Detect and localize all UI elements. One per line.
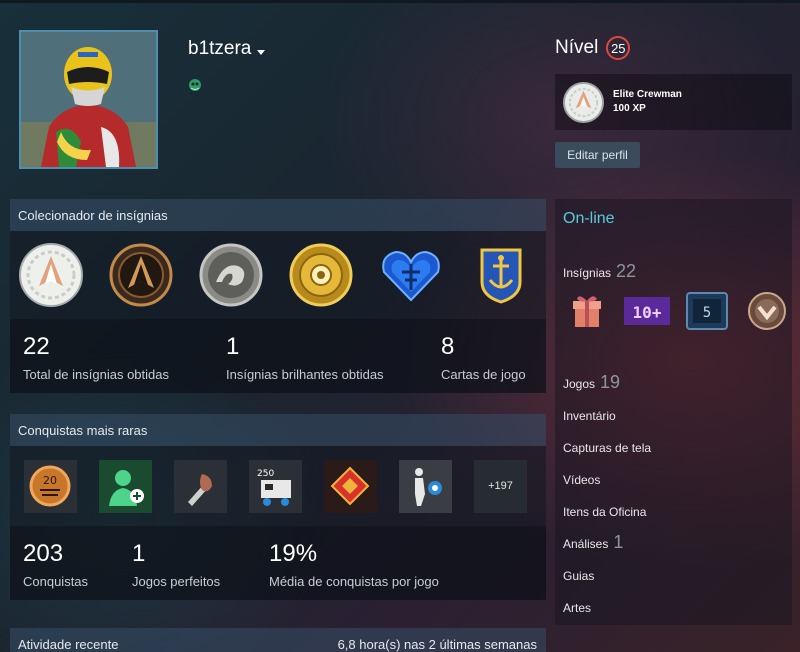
sidebar-item-label: Inventário xyxy=(563,409,616,423)
stat-label: Média de conquistas por jogo xyxy=(269,574,439,589)
badge-showcase xyxy=(10,231,546,319)
trading-cards-stat[interactable]: 8 Cartas de jogo xyxy=(428,319,546,382)
small-ghost-badge-icon[interactable] xyxy=(188,78,202,92)
achievement-add-friend-icon[interactable] xyxy=(99,459,152,513)
sidebar-item-label: Itens da Oficina xyxy=(563,505,647,519)
sidebar-item-videos[interactable]: Vídeos xyxy=(563,473,600,487)
badge-collector-header[interactable]: Colecionador de insígnias xyxy=(10,199,546,231)
achievement-diamond-flame-icon[interactable] xyxy=(324,459,377,513)
bronze-emblem-badge-icon[interactable] xyxy=(108,242,174,308)
elite-crewman-small-badge-icon xyxy=(562,81,605,123)
reviews-count: 1 xyxy=(613,532,624,552)
elite-crewman-badge-icon[interactable] xyxy=(18,242,84,308)
more-achievements-button[interactable]: +197 xyxy=(474,459,527,513)
avatar[interactable] xyxy=(19,30,158,169)
foil-badges-stat[interactable]: 1 Insígnias brilhantes obtidas xyxy=(213,319,428,382)
recent-activity-title: Atividade recente xyxy=(18,636,119,652)
sidebar-badge-row: 10+ 5 xyxy=(563,291,791,331)
recent-activity-summary: 6,8 hora(s) nas 2 últimas semanas xyxy=(337,636,537,652)
stat-label: Insígnias brilhantes obtidas xyxy=(226,367,384,382)
sidebar-item-guides[interactable]: Guias xyxy=(563,569,594,583)
achievement-knife-hand-icon[interactable] xyxy=(174,459,227,513)
stat-label: Jogos perfeitos xyxy=(132,574,221,589)
rarest-achievements-header[interactable]: Conquistas mais raras xyxy=(10,414,546,446)
sidebar-item-workshop[interactable]: Itens da Oficina xyxy=(563,505,646,519)
achievement-medal-20-icon[interactable]: 20 xyxy=(24,459,77,513)
stat-value: 19% xyxy=(269,540,318,567)
stat-value: 203 xyxy=(23,540,64,567)
stat-value: 8 xyxy=(441,333,455,360)
stat-label: Conquistas xyxy=(23,574,89,589)
persona-name-dropdown[interactable]: b1tzera xyxy=(188,38,266,60)
achievement-showcase: 20 250 +197 xyxy=(10,446,546,526)
profile-sidebar: On-line Insígnias 22 10+ 5 Jogos 19 Inve… xyxy=(555,199,792,625)
stat-label: Cartas de jogo xyxy=(441,367,526,382)
sidebar-item-artwork[interactable]: Artes xyxy=(563,601,591,615)
sidebar-item-reviews[interactable]: Análises 1 xyxy=(563,532,623,553)
sidebar-item-label: Análises xyxy=(563,537,609,551)
persona-name: b1tzera xyxy=(188,38,252,59)
favorite-badge-name: Elite Crewman xyxy=(613,89,682,100)
five-label: 5 xyxy=(703,305,711,321)
level-label: Nível xyxy=(555,37,599,58)
rarest-achievements-body: 20 250 +197 203 Conquistas 1 Jogos perfe… xyxy=(10,446,546,600)
badges-count: 22 xyxy=(616,261,637,281)
achievements-count-stat[interactable]: 203 Conquistas xyxy=(10,526,119,589)
badge-collector-panel: Colecionador de insígnias 22 Total de in… xyxy=(10,199,546,393)
sidebar-item-label: Guias xyxy=(563,569,595,583)
top-border xyxy=(0,0,800,3)
recent-activity-panel: Atividade recente 6,8 hora(s) nas 2 últi… xyxy=(10,628,546,652)
level-number[interactable]: 25 xyxy=(606,36,631,60)
stat-value: 1 xyxy=(226,333,240,360)
sidebar-item-screenshots[interactable]: Capturas de tela xyxy=(563,441,651,455)
edit-profile-button[interactable]: Editar perfil xyxy=(555,142,640,168)
badge-collector-body: 22 Total de insígnias obtidas 1 Insígnia… xyxy=(10,231,546,393)
blue-heart-badge-icon[interactable] xyxy=(378,242,444,308)
sidebar-item-badges[interactable]: Insígnias 22 xyxy=(563,261,636,282)
gold-coin-badge-icon[interactable] xyxy=(288,242,354,308)
perfect-games-stat[interactable]: 1 Jogos perfeitos xyxy=(119,526,256,589)
stat-value: 1 xyxy=(132,540,146,567)
svg-text:250: 250 xyxy=(257,469,274,479)
sidebar-item-label: Artes xyxy=(563,601,592,615)
rarest-achievements-panel: Conquistas mais raras 20 250 +197 203 Co… xyxy=(10,414,546,600)
sidebar-item-label: Insígnias xyxy=(563,266,612,280)
sidebar-item-label: Capturas de tela xyxy=(563,441,652,455)
games-count: 19 xyxy=(600,372,621,392)
achievement-statue-icon[interactable] xyxy=(399,459,452,513)
stat-label: Total de insígnias obtidas xyxy=(23,367,169,382)
ten-plus-label: 10+ xyxy=(633,303,662,322)
caret-down-icon xyxy=(257,49,266,55)
achievement-stats: 203 Conquistas 1 Jogos perfeitos 19% Méd… xyxy=(10,526,546,600)
favorite-badge-xp: 100 XP xyxy=(613,103,646,114)
avg-completion-stat[interactable]: 19% Média de conquistas por jogo xyxy=(256,526,546,589)
online-status: On-line xyxy=(563,210,615,227)
sidebar-item-label: Jogos xyxy=(563,377,596,391)
total-badges-stat[interactable]: 22 Total de insígnias obtidas xyxy=(10,319,213,382)
anchor-shield-badge-icon[interactable] xyxy=(468,242,534,308)
stat-value: 22 xyxy=(23,333,50,360)
sidebar-item-label: Vídeos xyxy=(563,473,601,487)
recent-activity-header[interactable]: Atividade recente 6,8 hora(s) nas 2 últi… xyxy=(10,628,546,652)
level-indicator: Nível 25 xyxy=(555,36,631,60)
sidebar-item-games[interactable]: Jogos 19 xyxy=(563,372,620,393)
favorite-badge[interactable]: Elite Crewman 100 XP xyxy=(555,74,792,130)
sidebar-item-inventory[interactable]: Inventário xyxy=(563,409,616,423)
gift-box-badge-icon[interactable] xyxy=(563,291,611,331)
achievement-truck-250-icon[interactable]: 250 xyxy=(249,459,302,513)
dragon-coin-badge-icon[interactable] xyxy=(198,242,264,308)
badge-stats: 22 Total de insígnias obtidas 1 Insígnia… xyxy=(10,319,546,393)
ten-plus-badge-icon[interactable]: 10+ xyxy=(623,291,671,331)
svg-text:20: 20 xyxy=(43,474,57,487)
chevron-medal-badge-icon[interactable] xyxy=(743,291,791,331)
five-years-badge-icon[interactable]: 5 xyxy=(683,291,731,331)
